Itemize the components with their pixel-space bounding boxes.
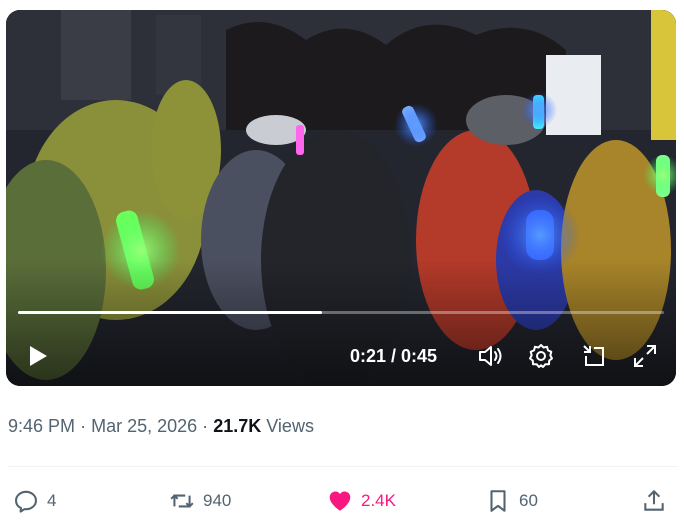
video-progress-fill <box>18 311 322 314</box>
popout-icon[interactable] <box>581 343 607 369</box>
heart-icon <box>329 491 351 511</box>
post-time[interactable]: 9:46 PM <box>8 416 75 436</box>
video-time-display: 0:21 / 0:45 <box>350 346 438 366</box>
repost-icon <box>170 494 194 508</box>
bookmark-button[interactable]: 60 <box>485 487 538 515</box>
fullscreen-icon[interactable] <box>632 343 658 369</box>
settings-icon[interactable] <box>528 343 554 369</box>
play-icon[interactable] <box>26 344 50 368</box>
meta-separator: · <box>80 416 87 436</box>
post-meta: 9:46 PM · Mar 25, 2026 · 21.7K Views <box>8 414 314 438</box>
meta-separator-2: · <box>202 416 209 436</box>
video-progress-bar[interactable] <box>18 311 664 314</box>
volume-icon[interactable] <box>477 343 503 369</box>
like-button[interactable]: 2.4K <box>327 487 396 515</box>
divider <box>8 466 678 467</box>
video-frame <box>6 10 676 386</box>
bookmark-icon <box>490 490 506 512</box>
like-count: 2.4K <box>361 491 396 510</box>
repost-count: 940 <box>203 491 232 510</box>
reply-count: 4 <box>47 491 57 510</box>
share-button[interactable] <box>641 487 675 515</box>
post-date[interactable]: Mar 25, 2026 <box>91 416 197 436</box>
reply-icon <box>15 490 37 513</box>
views-label: Views <box>266 416 314 436</box>
repost-button[interactable]: 940 <box>169 487 231 515</box>
bookmark-count: 60 <box>519 491 538 510</box>
share-icon <box>644 490 664 511</box>
video-player[interactable]: 0:21 / 0:45 <box>6 10 676 386</box>
reply-button[interactable]: 4 <box>13 487 56 515</box>
views-count: 21.7K <box>213 416 262 436</box>
